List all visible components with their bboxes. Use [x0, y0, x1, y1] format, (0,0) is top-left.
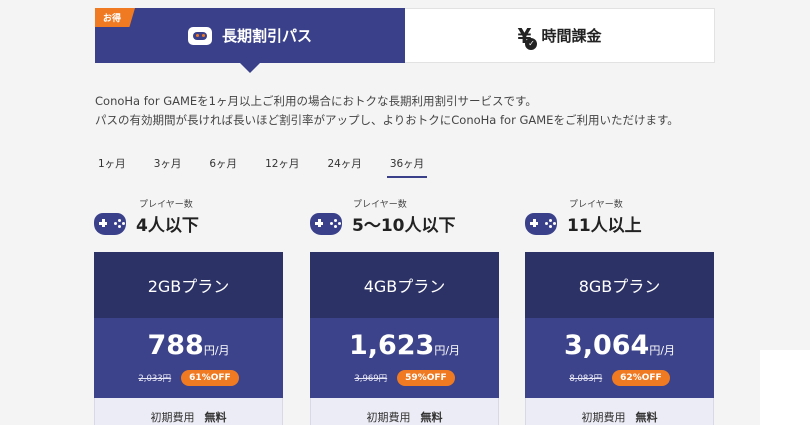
- price-unit: 円/月: [649, 344, 676, 357]
- plan-card[interactable]: 2GBプラン 788円/月 2,033円 61%OFF 初期費用 無料: [94, 252, 283, 425]
- original-price: 3,969円: [354, 374, 388, 384]
- period-tab-24-months[interactable]: 24ヶ月: [324, 154, 364, 178]
- players-label: プレイヤー数: [569, 200, 623, 210]
- background-panel: [760, 350, 810, 425]
- initial-fee-value: 無料: [635, 411, 658, 424]
- discount-badge: 62%OFF: [612, 370, 670, 386]
- price-unit: 円/月: [203, 344, 230, 357]
- initial-fee-row: 初期費用 無料: [525, 398, 714, 425]
- plan-price-box: 788円/月 2,033円 61%OFF: [94, 318, 283, 398]
- original-price: 2,033円: [138, 374, 172, 384]
- gamepad-icon: [187, 26, 212, 45]
- period-tab-3-months[interactable]: 3ヶ月: [151, 154, 185, 178]
- gamepad-icon: [310, 212, 342, 235]
- deal-badge: お得: [95, 8, 136, 27]
- players-count: 5〜10人以下: [352, 216, 456, 236]
- gamepad-icon: [94, 212, 126, 235]
- yen-icon: ¥ ✓: [518, 24, 538, 50]
- initial-fee-row: 初期費用 無料: [310, 398, 499, 425]
- initial-fee-label: 初期費用: [366, 411, 411, 424]
- original-price: 8,083円: [569, 374, 603, 384]
- players-count: 11人以上: [567, 216, 642, 236]
- description-line-1: ConoHa for GAMEを1ヶ月以上ご利用の場合におトクな長期利用割引サー…: [95, 94, 537, 108]
- players-count: 4人以下: [136, 216, 199, 236]
- initial-fee-row: 初期費用 無料: [94, 398, 283, 425]
- initial-fee-value: 無料: [420, 411, 443, 424]
- plan-price: 1,623: [348, 330, 435, 361]
- period-tab-1-month[interactable]: 1ヶ月: [95, 154, 129, 178]
- plan-name: 2GBプラン: [94, 252, 283, 318]
- plan-price: 3,064: [563, 330, 650, 361]
- period-tab-12-months[interactable]: 12ヶ月: [262, 154, 302, 178]
- players-row: 4人以下: [94, 211, 199, 236]
- description-line-2: パスの有効期間が長ければ長いほど割引率がアップし、よりおトクにConoHa fo…: [95, 113, 679, 127]
- players-label: プレイヤー数: [353, 200, 407, 210]
- period-selector: 1ヶ月 3ヶ月 6ヶ月 12ヶ月 24ヶ月 36ヶ月: [95, 154, 449, 178]
- discount-badge: 59%OFF: [397, 370, 455, 386]
- service-description: ConoHa for GAMEを1ヶ月以上ご利用の場合におトクな長期利用割引サー…: [95, 92, 679, 130]
- plan-name: 8GBプラン: [525, 252, 714, 318]
- plan-price: 788: [147, 330, 204, 361]
- initial-fee-value: 無料: [204, 411, 227, 424]
- plan-type-tabs: お得 長期割引パス ¥ ✓ 時間課金: [95, 8, 715, 73]
- plan-name: 4GBプラン: [310, 252, 499, 318]
- price-unit: 円/月: [434, 344, 461, 357]
- plan-price-box: 1,623円/月 3,969円 59%OFF: [310, 318, 499, 398]
- tab-long-term-pass-label: 長期割引パス: [221, 27, 312, 45]
- tab-hourly-billing[interactable]: ¥ ✓ 時間課金: [405, 8, 715, 63]
- players-label: プレイヤー数: [139, 200, 193, 210]
- discount-badge: 61%OFF: [181, 370, 239, 386]
- initial-fee-label: 初期費用: [150, 411, 195, 424]
- period-tab-6-months[interactable]: 6ヶ月: [206, 154, 240, 178]
- initial-fee-label: 初期費用: [581, 411, 626, 424]
- plan-card[interactable]: 8GBプラン 3,064円/月 8,083円 62%OFF 初期費用 無料: [525, 252, 714, 425]
- plan-price-box: 3,064円/月 8,083円 62%OFF: [525, 318, 714, 398]
- players-row: 11人以上: [525, 211, 642, 236]
- plan-card[interactable]: 4GBプラン 1,623円/月 3,969円 59%OFF 初期費用 無料: [310, 252, 499, 425]
- tab-hourly-billing-label: 時間課金: [541, 27, 602, 45]
- active-tab-pointer: [240, 63, 260, 73]
- players-row: 5〜10人以下: [310, 211, 456, 236]
- period-tab-36-months[interactable]: 36ヶ月: [386, 154, 428, 178]
- tab-long-term-pass[interactable]: お得 長期割引パス: [95, 8, 405, 73]
- gamepad-icon: [525, 212, 557, 235]
